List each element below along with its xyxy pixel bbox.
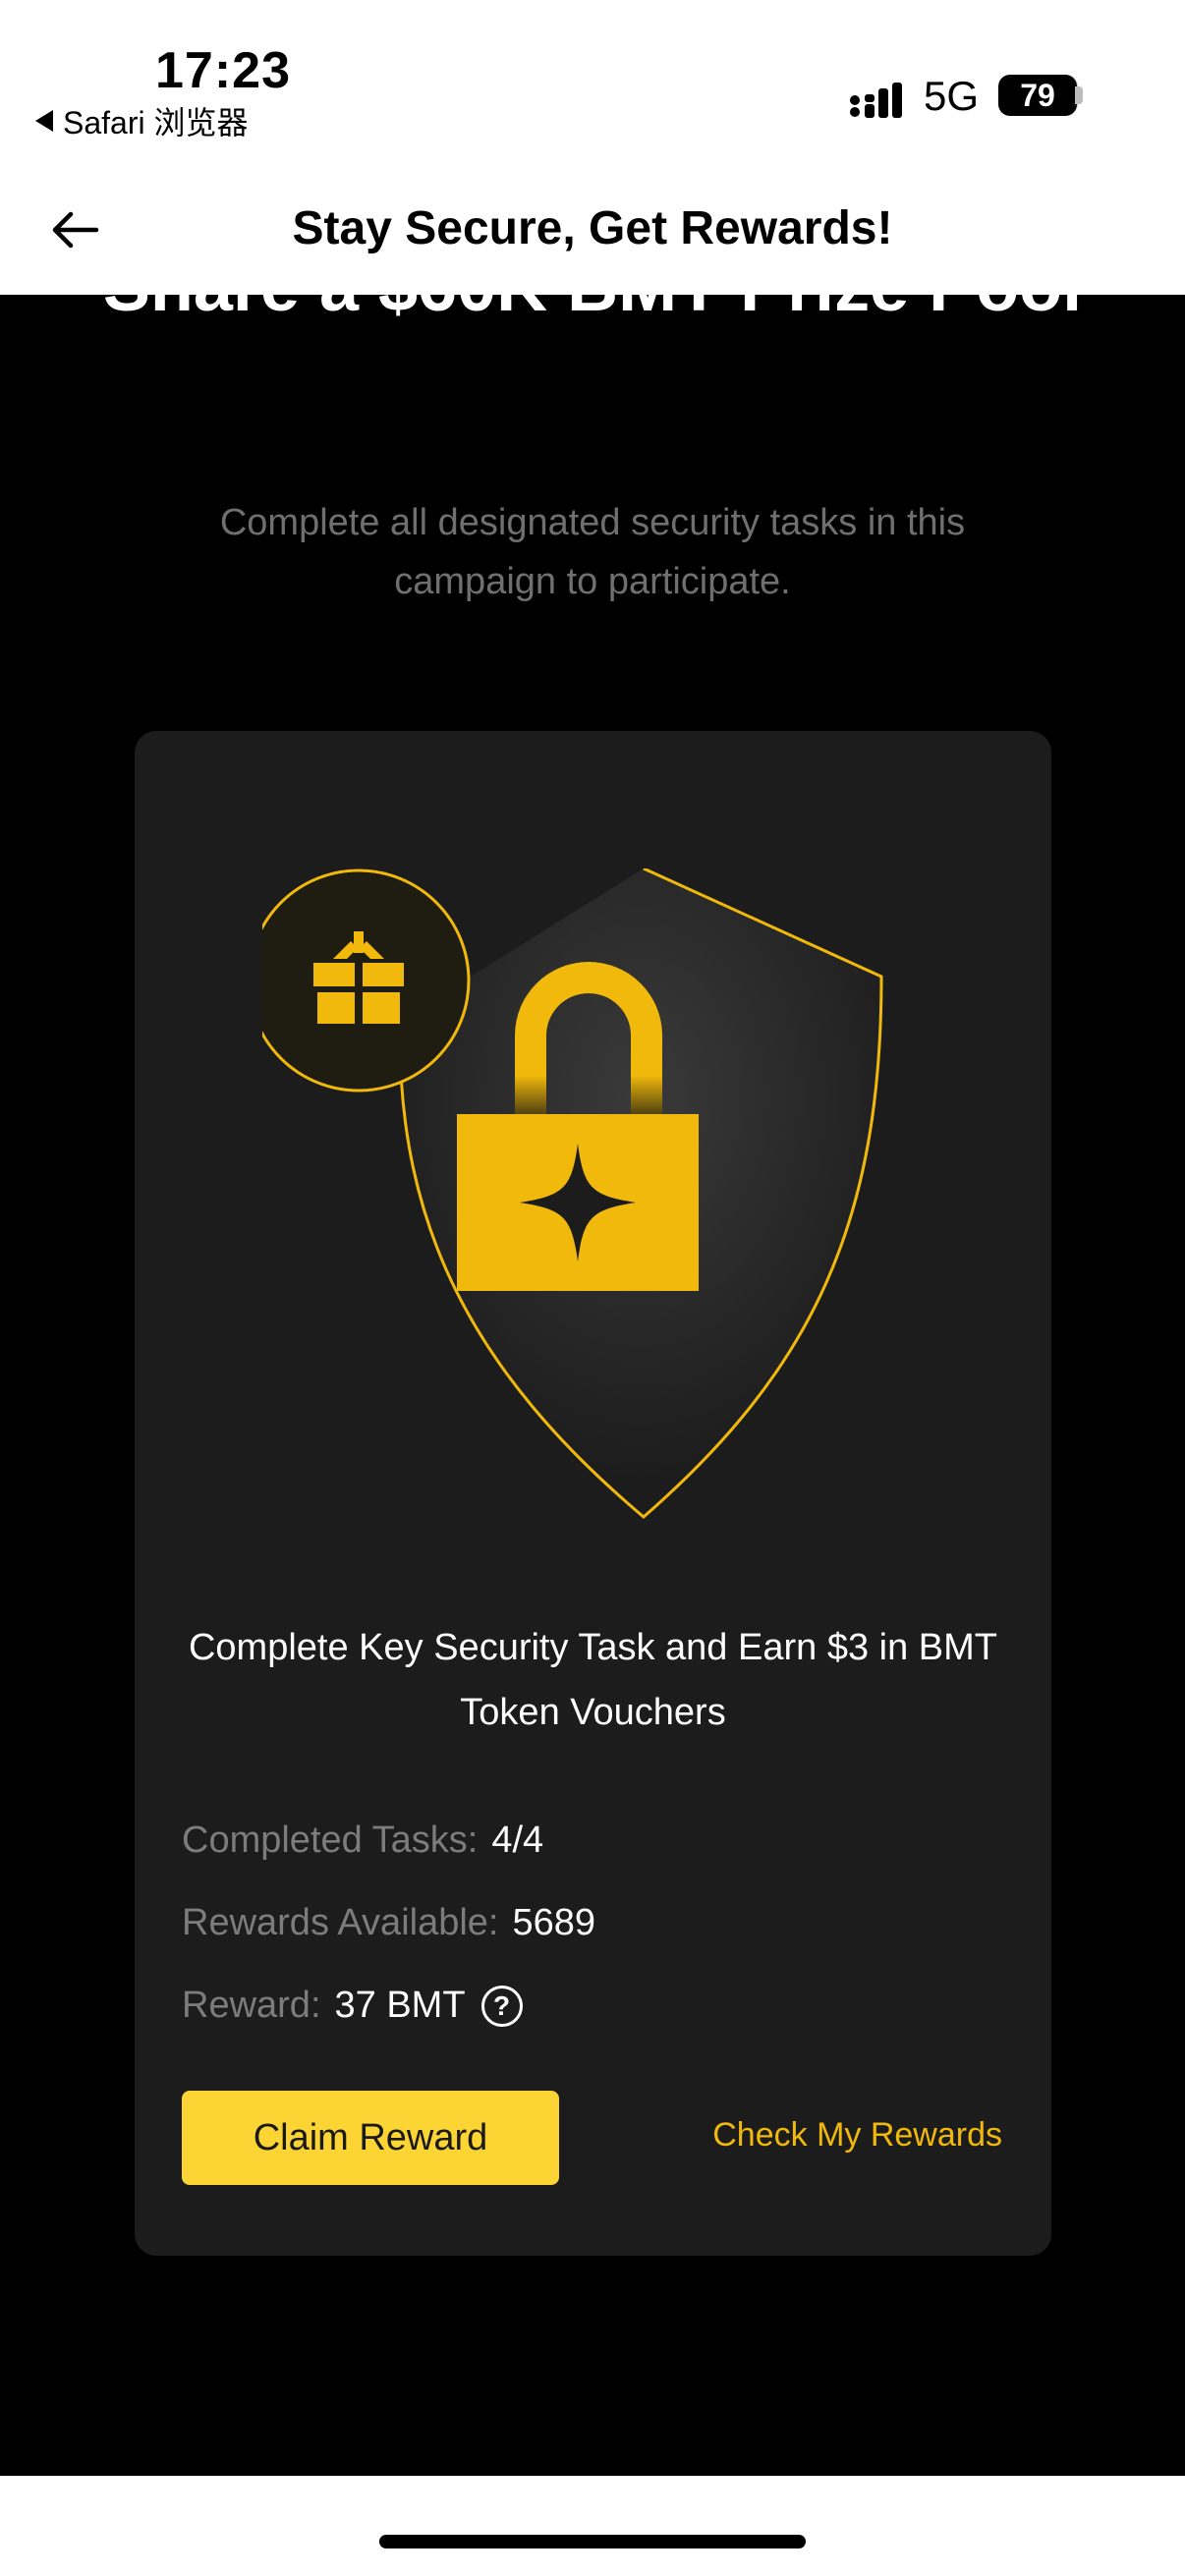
completed-tasks-label: Completed Tasks:	[182, 1820, 479, 1861]
help-circle-icon[interactable]: ?	[480, 1985, 523, 2027]
task-card: Complete Key Security Task and Earn $3 i…	[135, 731, 1051, 2256]
rewards-available-row: Rewards Available: 5689	[182, 1902, 595, 1944]
page-title: Stay Secure, Get Rewards!	[292, 202, 893, 254]
rewards-available-label: Rewards Available:	[182, 1902, 499, 1943]
task-title: Complete Key Security Task and Earn $3 i…	[188, 1627, 997, 1733]
check-my-rewards-link[interactable]: Check My Rewards	[712, 2116, 1002, 2155]
completed-tasks-row: Completed Tasks: 4/4	[182, 1820, 543, 1862]
shield-lock-illustration	[262, 868, 883, 1519]
rewards-available-value: 5689	[512, 1902, 596, 1943]
bottom-bar	[0, 2476, 1185, 2576]
signal-icon	[850, 83, 902, 118]
reward-value: 37 BMT	[334, 1985, 466, 2026]
hero-subtitle: Complete all designated security tasks i…	[219, 502, 966, 602]
battery-level: 79	[1020, 77, 1055, 113]
status-bar: 17:23 Safari 浏览器 5G 79	[0, 0, 1185, 177]
back-triangle-icon	[35, 110, 53, 132]
claim-reward-button[interactable]: Claim Reward	[182, 2091, 559, 2185]
status-time: 17:23	[155, 42, 291, 99]
completed-tasks-value: 4/4	[491, 1820, 544, 1861]
reward-label: Reward:	[182, 1985, 321, 2026]
battery-cap	[1075, 86, 1083, 104]
back-app-label: Safari 浏览器	[63, 105, 249, 140]
battery-indicator: 79	[998, 75, 1077, 116]
network-type: 5G	[924, 73, 980, 119]
home-indicator[interactable]	[379, 2535, 806, 2548]
back-to-app-link[interactable]: Safari 浏览器	[35, 98, 249, 143]
reward-row: Reward: 37 BMT ?	[182, 1985, 523, 2027]
